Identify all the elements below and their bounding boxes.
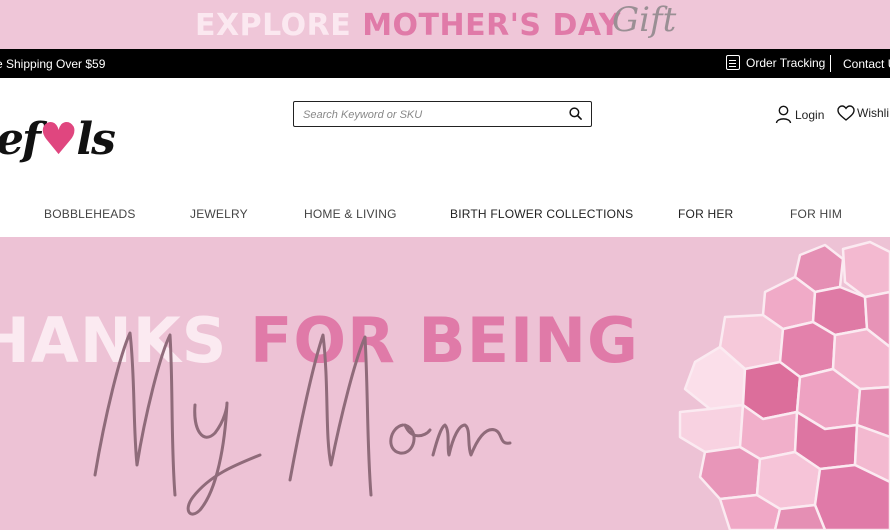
login-label: Login	[795, 107, 825, 122]
nav-item-for-her[interactable]: FOR HER	[678, 207, 733, 221]
order-tracking-link[interactable]: Order Tracking	[726, 55, 825, 70]
search-icon[interactable]	[569, 107, 582, 120]
heart-icon	[837, 105, 855, 121]
carnation-flower-illustration	[678, 240, 890, 530]
divider	[830, 55, 831, 72]
login-link[interactable]: Login	[775, 105, 824, 124]
site-logo[interactable]: ef♥ls	[0, 114, 116, 165]
free-shipping-text: e Shipping Over $59	[0, 57, 106, 71]
wishlist-link[interactable]: Wishli	[837, 105, 889, 121]
promo-word-mothers-day: MOTHER'S DAY	[362, 8, 621, 43]
logo-text-1: ef	[0, 114, 41, 165]
nav-item-bobbleheads[interactable]: BOBBLEHEADS	[44, 207, 136, 221]
search-box	[293, 101, 592, 127]
clipboard-icon	[726, 55, 740, 70]
logo-heart: ♥	[38, 114, 78, 165]
top-bar: e Shipping Over $59 Order Tracking Conta…	[0, 49, 890, 78]
hero-banner[interactable]: HANKS FOR BEING	[0, 237, 890, 530]
nav-item-for-him[interactable]: FOR HIM	[790, 207, 842, 221]
promo-headline: EXPLORE MOTHER'S DAY	[195, 8, 621, 43]
main-nav: BOBBLEHEADS JEWELRY HOME & LIVING BIRTH …	[0, 207, 890, 229]
order-tracking-label: Order Tracking	[746, 55, 826, 70]
promo-banner[interactable]: EXPLORE MOTHER'S DAY Gift	[0, 0, 890, 49]
search-input[interactable]	[303, 106, 553, 123]
nav-item-birth-flower[interactable]: BIRTH FLOWER COLLECTIONS	[450, 207, 633, 221]
logo-text-2: ls	[76, 114, 115, 165]
site-header: ef♥ls Login Wishli BOBBLEHEADS JEWELRY H…	[0, 78, 890, 236]
nav-item-jewelry[interactable]: JEWELRY	[190, 207, 248, 221]
contact-us-link[interactable]: Contact U	[843, 57, 890, 71]
nav-item-home-living[interactable]: HOME & LIVING	[304, 207, 397, 221]
hero-script-my-mom	[93, 331, 512, 516]
user-icon	[775, 105, 792, 124]
wishlist-label: Wishli	[857, 106, 889, 120]
promo-word-explore: EXPLORE	[195, 8, 363, 43]
promo-script-gift: Gift	[612, 0, 677, 40]
